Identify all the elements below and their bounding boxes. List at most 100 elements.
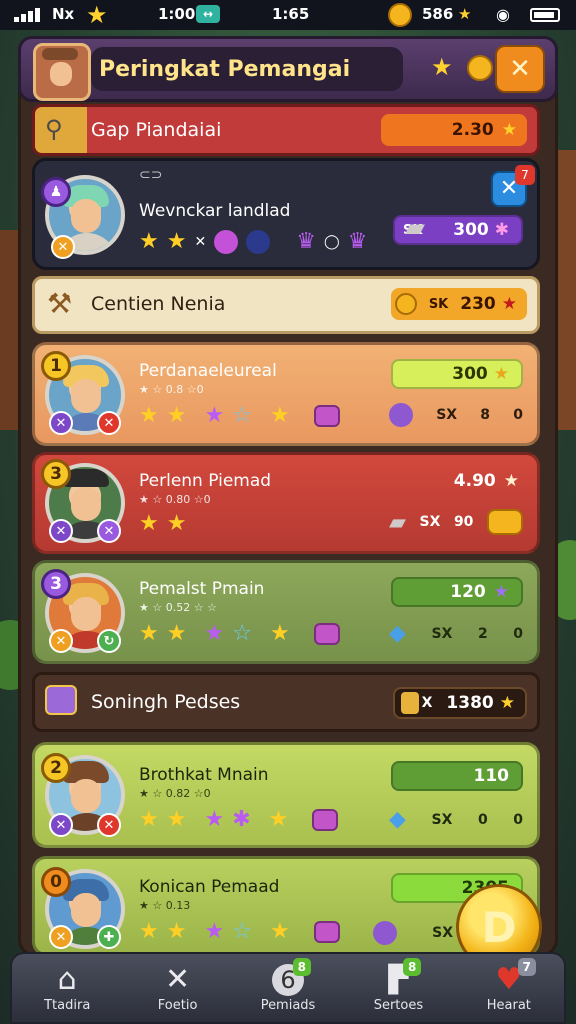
- star-icon: ★: [139, 621, 159, 646]
- player-card[interactable]: 1 ✕ ✕ Perdanaeleureal ★ ☆ 0.8 ☆0 ★ ★ ★ ☆…: [32, 342, 540, 446]
- gem-icon: [313, 622, 340, 645]
- reward-icons: ★ ★ ★ ☆ ★: [139, 403, 340, 428]
- orb-icon: [373, 921, 397, 945]
- section-title: Soningh Pedses: [91, 691, 241, 713]
- star-icon: ☆: [232, 621, 252, 646]
- player-score: 110: [473, 766, 510, 786]
- nav-item-home[interactable]: ⌂ Ttadira: [12, 954, 122, 1022]
- nav-item-cross[interactable]: ✕ Foetio: [122, 954, 232, 1022]
- player-stats: ▰ SX 90: [389, 509, 523, 535]
- reward-icons: ★ ★: [139, 511, 186, 536]
- star-icon: ★: [139, 919, 159, 944]
- gem-icon: [313, 404, 340, 427]
- group-title: Gap Piandaiai: [91, 119, 222, 141]
- section-stat-label: SK: [428, 296, 449, 312]
- star-icon: ★: [493, 364, 509, 384]
- score-bar: 110: [391, 761, 523, 791]
- star-icon: ★: [86, 1, 108, 29]
- nav-label: Ttadira: [44, 998, 91, 1013]
- skill-badge-icon: ✕: [97, 813, 121, 837]
- stat-b: 0: [513, 811, 523, 828]
- orb-icon: [389, 403, 413, 427]
- star-icon: ★: [166, 403, 187, 428]
- hammer-icon: ⚒: [47, 287, 73, 320]
- section-value-pill: X 1380 ★: [393, 687, 527, 719]
- player-stats: ◆ SX 2 0: [389, 621, 523, 646]
- star-icon: ★: [458, 5, 472, 23]
- star-icon: ★: [139, 807, 159, 832]
- stat-b: 0: [513, 625, 523, 642]
- rank-badge: 3: [41, 459, 71, 489]
- gem-icon: [312, 808, 339, 831]
- nav-item-ranking[interactable]: 6 8 Pemiads: [233, 954, 343, 1022]
- skill-badge-icon: ↻: [97, 629, 121, 653]
- star-icon: ★: [269, 403, 290, 428]
- notification-badge: 7: [515, 165, 535, 185]
- nav-badge: 8: [403, 958, 422, 976]
- section-value: 1380: [446, 693, 494, 713]
- star-icon: ★: [204, 807, 225, 832]
- skill-badge-icon: ✕: [49, 925, 73, 949]
- star-icon: ★: [501, 120, 517, 140]
- nav-label: Hearat: [486, 998, 531, 1013]
- link-icon: ⊂⊃: [139, 167, 163, 183]
- status-time-left: 1:00: [158, 5, 196, 23]
- player-card[interactable]: 2 ✕ ✕ Brothkat Mnain ★ ☆ 0.82 ☆0 ★ ★ ★ ✱…: [32, 742, 540, 848]
- star-icon: ★: [166, 919, 187, 944]
- scroll-icon: [401, 692, 419, 714]
- chat-icon: ↔: [196, 5, 220, 23]
- featured-stat-value: 300: [453, 220, 489, 240]
- star-icon: ★: [493, 582, 509, 602]
- skill-badge-icon: ✕: [49, 629, 73, 653]
- nav-label: Pemiads: [260, 998, 316, 1013]
- star-icon: ★: [431, 53, 453, 81]
- stat-label: SX: [419, 514, 441, 530]
- star-icon: ★: [139, 511, 159, 536]
- reward-icons: ★ ★ ★ ☆ ★: [139, 621, 340, 646]
- coin-icon: [395, 293, 417, 315]
- group-value: 2.30: [451, 120, 494, 140]
- nav-item-sign[interactable]: ▛ 8 Sertoes: [343, 954, 453, 1022]
- alarm-icon: ◉: [496, 5, 510, 24]
- star-icon: ★: [166, 229, 187, 254]
- reward-icons: ★ ★ ✕ ♛ ◯ ♛: [139, 229, 367, 254]
- star-icon: ★: [166, 807, 187, 832]
- crystal-icon: ◆: [389, 621, 406, 646]
- stat-a: 8: [480, 407, 491, 423]
- player-avatar[interactable]: [33, 43, 91, 101]
- stat-label: SX: [436, 407, 458, 423]
- player-subtitle: ★ ☆ 0.80 ☆0: [139, 493, 211, 506]
- star-icon: ★: [204, 919, 225, 944]
- player-name: Brothkat Mnain: [139, 765, 269, 785]
- skill-badge-icon: ✕: [97, 519, 121, 543]
- featured-player-card[interactable]: ♟ ✕ Wevnckar landlad ★ ★ ✕ ♛ ◯ ♛ ✕ 7 SK …: [32, 158, 540, 270]
- coin-icon: [486, 509, 523, 535]
- tools-button[interactable]: ✕: [495, 45, 545, 93]
- player-subtitle: ★ ☆ 0.8 ☆0: [139, 383, 204, 396]
- coin-icon: D: [481, 902, 517, 952]
- header-bar: Peringkat Pemangai ★ ✕: [18, 36, 558, 102]
- player-score: 4.90: [453, 471, 496, 491]
- hammer-icon: ✕: [509, 54, 531, 84]
- section-value: 230: [460, 294, 496, 314]
- skill-badge-icon: ✕: [49, 813, 73, 837]
- orb-icon: [214, 229, 239, 254]
- player-subtitle: ★ ☆ 0.52 ☆ ☆: [139, 601, 217, 614]
- star-icon: ★: [166, 621, 187, 646]
- score-label: 4.90 ★: [454, 471, 519, 491]
- rank-badge: 2: [41, 753, 71, 783]
- status-icon: ◯: [323, 233, 340, 250]
- status-time-center: 1:65: [272, 5, 310, 23]
- crown-icon: ♛: [347, 229, 368, 254]
- nav-item-heart[interactable]: ♥ 7 Hearat: [454, 954, 564, 1022]
- player-score: 120: [450, 582, 486, 602]
- rank-badge: 0: [41, 867, 71, 897]
- rank-badge: 3: [41, 569, 71, 599]
- star-icon: ★: [269, 919, 290, 944]
- hat-icon: [42, 48, 78, 60]
- signal-icon: [14, 8, 42, 22]
- reward-icons: ★ ★ ★ ☆ ★: [139, 919, 340, 944]
- player-card[interactable]: 3 ✕ ✕ Perlenn Piemad ★ ☆ 0.80 ☆0 ★ ★ 4.9…: [32, 452, 540, 554]
- star-icon: ☆: [232, 919, 252, 944]
- player-card[interactable]: 3 ✕ ↻ Pemalst Pmain ★ ☆ 0.52 ☆ ☆ ★ ★ ★ ☆…: [32, 560, 540, 664]
